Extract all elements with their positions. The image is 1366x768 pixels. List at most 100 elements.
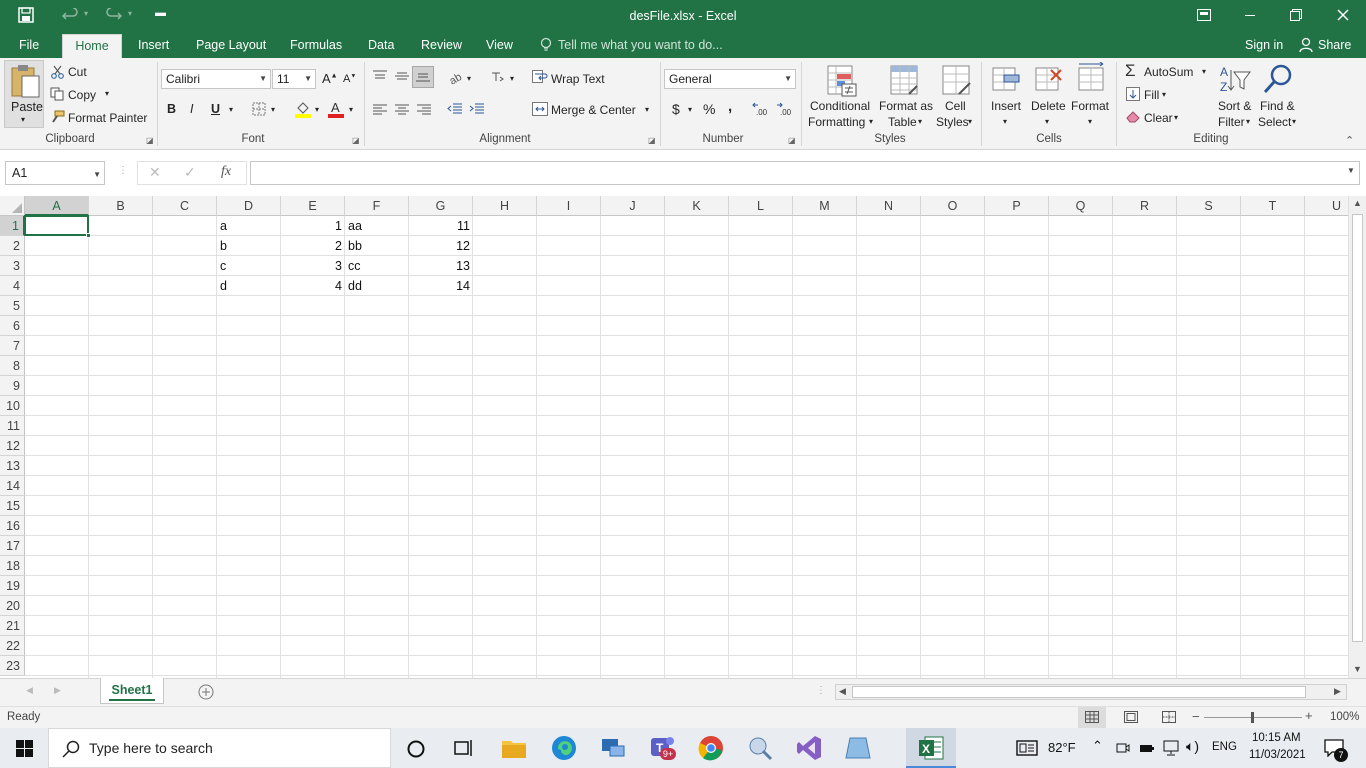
column-header-s[interactable]: S (1177, 196, 1241, 216)
column-header-g[interactable]: G (409, 196, 473, 216)
cell-d3[interactable]: c (217, 256, 281, 276)
remote-desktop-icon[interactable] (599, 734, 627, 762)
decrease-indent-icon[interactable] (447, 103, 463, 116)
meet-now-icon[interactable] (1116, 741, 1130, 755)
minimize-button[interactable] (1245, 15, 1255, 16)
cancel-entry-icon[interactable]: ✕ (149, 164, 161, 181)
page-break-view-icon[interactable] (1162, 711, 1176, 723)
zoom-level[interactable]: 100% (1330, 711, 1359, 723)
comma-button[interactable]: , (728, 98, 732, 115)
row-header-23[interactable]: 23 (0, 656, 25, 676)
page-layout-view-icon[interactable] (1124, 711, 1138, 723)
wrap-text-button[interactable]: Wrap Text (551, 72, 605, 86)
expand-formula-bar-icon[interactable]: ▼ (1347, 166, 1355, 175)
column-header-q[interactable]: Q (1049, 196, 1113, 216)
cell-f2[interactable]: bb (345, 236, 409, 256)
row-header-2[interactable]: 2 (0, 236, 25, 256)
find-select-dropdown-icon[interactable]: ▾ (1292, 117, 1296, 126)
cell-d1[interactable]: a (217, 216, 281, 236)
row-header-13[interactable]: 13 (0, 456, 25, 476)
column-header-n[interactable]: N (857, 196, 921, 216)
column-header-h[interactable]: H (473, 196, 537, 216)
increase-font-size-icon[interactable]: A▲ (322, 71, 338, 86)
column-header-c[interactable]: C (153, 196, 217, 216)
orientation-icon[interactable]: ab (448, 70, 464, 84)
row-header-18[interactable]: 18 (0, 556, 25, 576)
sort-filter-dropdown-icon[interactable]: ▾ (1246, 117, 1250, 126)
bottom-align-button[interactable] (412, 66, 434, 88)
cell-e4[interactable]: 4 (281, 276, 345, 296)
file-explorer-icon[interactable] (500, 734, 528, 762)
select-all-button[interactable] (0, 196, 25, 216)
new-sheet-icon[interactable] (198, 684, 214, 700)
tell-me-search[interactable]: Tell me what you want to do... (558, 32, 723, 58)
number-format-combo[interactable]: General ▼ (664, 69, 796, 89)
column-header-m[interactable]: M (793, 196, 857, 216)
tab-page-layout[interactable]: Page Layout (196, 32, 266, 58)
cell-e1[interactable]: 1 (281, 216, 345, 236)
underline-button[interactable]: U (211, 102, 220, 116)
clock-time[interactable]: 10:15 AM (1252, 732, 1301, 744)
collapse-ribbon-icon[interactable]: ⌃ (1345, 134, 1354, 147)
find-select-button[interactable]: Find & (1260, 99, 1295, 113)
worksheet-grid[interactable]: A B C D E F G H I J K L M N O P Q R S T U 1 2 3 4 5 6 7 8 9 10 11 12 13 14… (0, 196, 1348, 678)
format-painter-button[interactable]: Format Painter (68, 111, 147, 125)
cell-g1[interactable]: 11 (409, 216, 473, 236)
share-button[interactable]: Share (1318, 32, 1351, 58)
insert-dropdown-icon[interactable]: ▾ (1003, 117, 1007, 126)
column-header-l[interactable]: L (729, 196, 793, 216)
increase-decimal-icon[interactable]: .00 (752, 102, 770, 116)
weather-icon[interactable] (1016, 740, 1038, 756)
horizontal-scroll-thumb[interactable] (852, 686, 1306, 698)
column-header-o[interactable]: O (921, 196, 985, 216)
italic-button[interactable]: I (190, 102, 193, 116)
cell-e2[interactable]: 2 (281, 236, 345, 256)
column-header-j[interactable]: J (601, 196, 665, 216)
cell-g2[interactable]: 12 (409, 236, 473, 256)
scroll-down-icon[interactable]: ▼ (1353, 664, 1362, 674)
volume-icon[interactable]: 🔈︎) (1186, 738, 1199, 755)
row-header-5[interactable]: 5 (0, 296, 25, 316)
cell-f1[interactable]: aa (345, 216, 409, 236)
column-header-k[interactable]: K (665, 196, 729, 216)
scroll-left-icon[interactable]: ◀ (839, 686, 846, 697)
sheet-tab-sheet1[interactable]: Sheet1 (100, 678, 164, 704)
text-direction-dropdown-icon[interactable]: ▾ (510, 74, 514, 83)
align-left-icon[interactable] (372, 104, 388, 116)
column-header-t[interactable]: T (1241, 196, 1305, 216)
clock-date[interactable]: 11/03/2021 (1249, 749, 1306, 761)
autosum-button[interactable]: AutoSum (1144, 65, 1193, 79)
copy-dropdown-icon[interactable]: ▾ (105, 89, 109, 98)
delete-cells-button[interactable]: Delete (1031, 99, 1066, 113)
tab-home[interactable]: Home (62, 34, 122, 58)
name-box[interactable]: A1 ▼ (5, 161, 105, 185)
top-align-icon[interactable] (372, 70, 388, 82)
visual-studio-icon[interactable] (795, 734, 823, 762)
font-color-dropdown-icon[interactable]: ▾ (349, 105, 353, 114)
row-header-22[interactable]: 22 (0, 636, 25, 656)
confirm-entry-icon[interactable]: ✓ (184, 164, 196, 181)
paste-button[interactable]: Paste ▾ (4, 60, 44, 128)
row-header-1[interactable]: 1 (0, 216, 25, 236)
fill-color-dropdown-icon[interactable]: ▾ (315, 105, 319, 114)
decrease-font-size-icon[interactable]: A▼ (343, 73, 356, 85)
cell-d4[interactable]: d (217, 276, 281, 296)
row-header-8[interactable]: 8 (0, 356, 25, 376)
vertical-scroll-thumb[interactable] (1352, 214, 1363, 642)
conditional-formatting-dropdown-icon[interactable]: ▾ (869, 117, 873, 126)
cortana-icon[interactable] (406, 739, 426, 759)
zoom-out-icon[interactable]: − (1192, 709, 1200, 724)
zoom-slider-thumb[interactable] (1251, 712, 1254, 723)
column-header-u[interactable]: U (1305, 196, 1348, 216)
row-header-3[interactable]: 3 (0, 256, 25, 276)
row-header-9[interactable]: 9 (0, 376, 25, 396)
cut-button[interactable]: Cut (68, 65, 87, 79)
insert-function-button[interactable]: fx (221, 164, 231, 180)
cell-g3[interactable]: 13 (409, 256, 473, 276)
zoom-in-icon[interactable]: + (1305, 708, 1313, 723)
column-header-a[interactable]: A (25, 196, 89, 216)
cell-f4[interactable]: dd (345, 276, 409, 296)
middle-align-icon[interactable] (394, 70, 410, 82)
cell-g4[interactable]: 14 (409, 276, 473, 296)
row-header-7[interactable]: 7 (0, 336, 25, 356)
